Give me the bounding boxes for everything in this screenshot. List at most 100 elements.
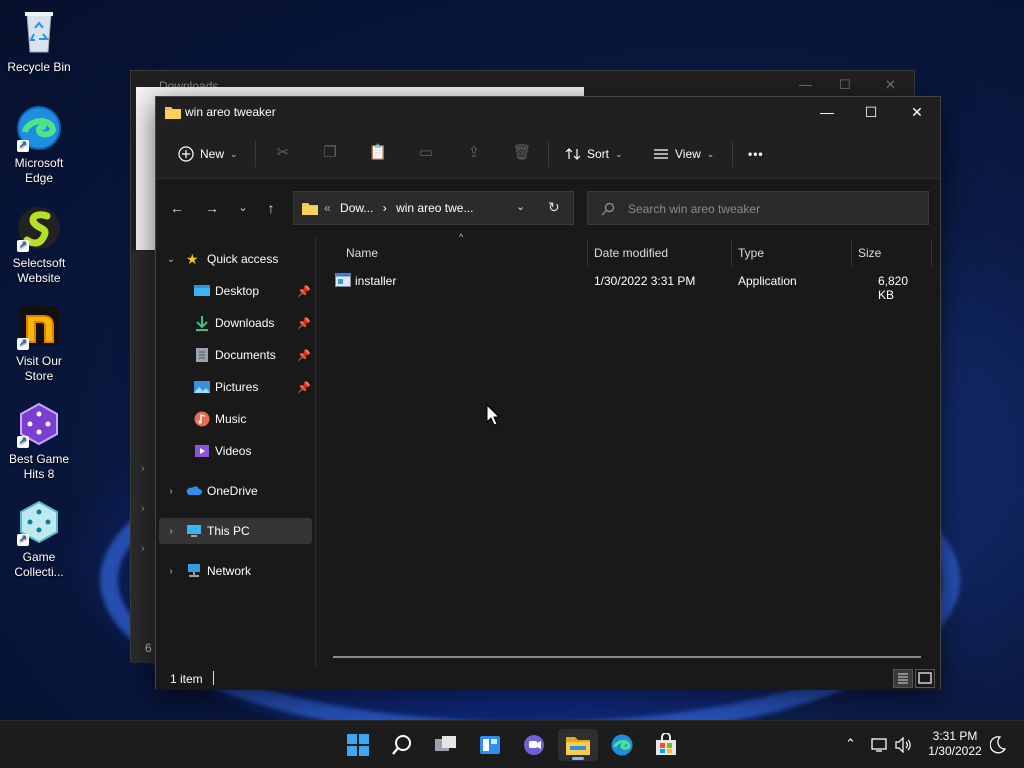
see-more-button[interactable]: •••	[742, 140, 770, 168]
close-icon[interactable]: ✕	[885, 77, 896, 93]
start-button[interactable]	[338, 729, 378, 761]
nav-network[interactable]: › Network	[156, 558, 314, 584]
cut-icon[interactable]: ✂	[272, 142, 294, 164]
forward-arrow-icon[interactable]: →	[200, 198, 224, 218]
star-icon: ★	[186, 251, 199, 267]
nav-label: Network	[207, 564, 252, 578]
breadcrumb-overflow[interactable]: «	[324, 201, 331, 215]
volume-icon[interactable]	[895, 737, 913, 753]
back-arrow-icon[interactable]: ←	[165, 198, 189, 218]
delete-icon[interactable]: 🗑	[511, 142, 533, 164]
large-icons-view-icon[interactable]	[915, 669, 935, 688]
nav-downloads[interactable]: Downloads 📌	[156, 310, 314, 336]
breadcrumb-current[interactable]: win areo twe...	[396, 201, 473, 215]
file-explorer-taskbar-button[interactable]	[558, 729, 598, 761]
column-header-date-modified[interactable]: Date modified	[594, 240, 668, 266]
microsoft-store-button[interactable]	[646, 729, 686, 761]
address-dropdown-chevron-icon[interactable]: ⌄	[516, 200, 525, 213]
pin-icon: 📌	[297, 317, 311, 330]
details-view-icon[interactable]	[893, 669, 913, 688]
widgets-icon	[480, 736, 500, 754]
address-bar[interactable]: « Dow... › win areo twe... ⌄ ↻	[293, 191, 574, 225]
chevron-down-icon: ⌄	[615, 148, 623, 159]
widgets-button[interactable]	[470, 729, 510, 761]
nav-this-pc[interactable]: › This PC	[159, 518, 312, 544]
teams-chat-button[interactable]	[514, 729, 554, 761]
column-divider[interactable]	[851, 240, 852, 266]
nav-desktop[interactable]: Desktop 📌	[156, 278, 314, 304]
explorer-window[interactable]: win areo tweaker — ☐ ✕ New ⌄ ✂ ❐ 📋 ▭ ⇪ 🗑…	[155, 96, 941, 690]
view-lines-icon	[654, 149, 668, 159]
clock-date: 1/30/2022	[928, 744, 982, 758]
desktop-icon-visit-store[interactable]: ↗ Visit Our Store	[4, 302, 74, 384]
chevron-right-icon[interactable]: ›	[141, 463, 145, 475]
chevron-right-icon[interactable]: ›	[141, 543, 145, 555]
nav-label: Videos	[215, 444, 252, 458]
view-button[interactable]: View ⌄	[647, 140, 720, 168]
chevron-right-icon[interactable]: ›	[165, 486, 177, 497]
minimize-button[interactable]: —	[804, 97, 850, 127]
breadcrumb-downloads[interactable]: Dow...	[340, 201, 373, 215]
table-row[interactable]: installer 1/30/2022 3:31 PM Application …	[327, 270, 927, 302]
column-header-name[interactable]: Name	[346, 240, 378, 266]
share-icon[interactable]: ⇪	[463, 142, 485, 164]
computer-icon	[187, 525, 201, 537]
nav-documents[interactable]: Documents 📌	[156, 342, 314, 368]
file-list: ^ Name Date modified Type Size installer…	[317, 232, 940, 668]
task-view-button[interactable]	[426, 729, 466, 761]
nav-onedrive[interactable]: › OneDrive	[156, 478, 314, 504]
nav-music[interactable]: Music	[156, 406, 314, 432]
nav-pictures[interactable]: Pictures 📌	[156, 374, 314, 400]
column-divider[interactable]	[587, 240, 588, 266]
folder-icon	[165, 107, 181, 119]
sort-button[interactable]: Sort ⌄	[559, 140, 629, 168]
chevron-right-icon[interactable]: ›	[141, 503, 145, 515]
desktop-icon-best-game-hits[interactable]: ↗ Best Game Hits 8	[4, 400, 74, 482]
horizontal-scrollbar[interactable]	[333, 656, 921, 658]
task-view-icon	[435, 736, 456, 751]
title-bar[interactable]: win areo tweaker — ☐ ✕	[156, 97, 940, 127]
refresh-icon[interactable]: ↻	[548, 199, 560, 216]
file-date-modified: 1/30/2022 3:31 PM	[594, 274, 696, 288]
focus-assist-moon-icon[interactable]	[990, 736, 1006, 754]
taskbar: ⌃ 3:31 PM 1/30/2022	[0, 720, 1024, 768]
up-arrow-icon[interactable]: ↑	[259, 198, 283, 218]
status-divider	[213, 671, 214, 685]
chevron-right-icon[interactable]: ›	[165, 566, 177, 577]
maximize-icon[interactable]: ☐	[839, 77, 851, 93]
navigation-bar: ← → ⌄ ↑ « Dow... › win areo twe... ⌄ ↻ S…	[156, 180, 940, 236]
minimize-icon[interactable]: —	[799, 77, 812, 92]
nav-quick-access[interactable]: ⌄ ★ Quick access	[156, 246, 314, 272]
recent-locations-chevron-icon[interactable]: ⌄	[231, 198, 255, 218]
column-divider[interactable]	[931, 240, 932, 266]
close-button[interactable]: ✕	[894, 97, 940, 127]
network-icon[interactable]	[871, 737, 889, 753]
desktop-icon-selectsoft[interactable]: ↗ Selectsoft Website	[4, 204, 74, 286]
paste-icon[interactable]: 📋	[367, 142, 389, 164]
videos-icon	[195, 445, 209, 457]
desktop-icon-recycle-bin[interactable]: Recycle Bin	[4, 8, 74, 75]
maximize-button[interactable]: ☐	[848, 97, 894, 127]
chevron-right-icon[interactable]: ›	[165, 526, 177, 537]
search-box[interactable]: Search win areo tweaker	[587, 191, 929, 225]
nav-videos[interactable]: Videos	[156, 438, 314, 464]
system-clock[interactable]: 3:31 PM 1/30/2022	[920, 729, 990, 759]
copy-icon[interactable]: ❐	[319, 142, 341, 164]
show-hidden-icons-chevron-icon[interactable]: ⌃	[845, 736, 856, 752]
chevron-down-icon: ⌄	[230, 148, 238, 159]
new-button[interactable]: New ⌄	[172, 140, 244, 168]
column-header-size[interactable]: Size	[858, 240, 881, 266]
chevron-down-icon[interactable]: ⌄	[165, 254, 177, 265]
desktop-icon-game-collection[interactable]: ↗ Game Collecti...	[4, 498, 74, 580]
edge-taskbar-button[interactable]	[602, 729, 642, 761]
recycle-bin-icon	[15, 8, 63, 56]
desktop-icon-label: Game Collecti...	[14, 550, 64, 579]
column-header-type[interactable]: Type	[738, 240, 764, 266]
file-size: 6,820 KB	[878, 274, 909, 302]
column-divider[interactable]	[731, 240, 732, 266]
desktop-icon-microsoft-edge[interactable]: ↗ Microsoft Edge	[4, 104, 74, 186]
search-taskbar-button[interactable]	[382, 729, 422, 761]
navigation-pane: ⌄ ★ Quick access Desktop 📌 Downloads 📌 D…	[156, 236, 316, 668]
pin-icon: 📌	[297, 285, 311, 298]
rename-icon[interactable]: ▭	[415, 142, 437, 164]
